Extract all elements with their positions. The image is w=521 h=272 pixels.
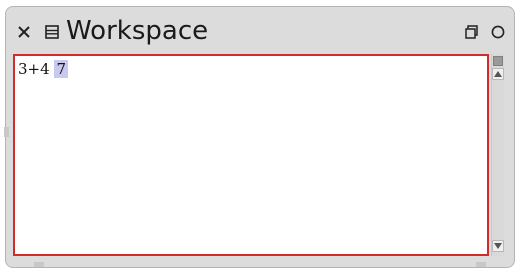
close-icon[interactable] <box>16 24 32 40</box>
expression-text: 3+4 <box>18 60 55 78</box>
resize-grip-bottom-left[interactable] <box>34 262 44 267</box>
collapse-icon[interactable] <box>464 24 480 40</box>
window-title: Workspace <box>66 16 209 46</box>
title-bar[interactable]: Workspace <box>6 7 514 57</box>
workspace-text-pane[interactable]: 3+4 7 <box>13 54 489 256</box>
resize-grip-left[interactable] <box>4 127 9 137</box>
vertical-scrollbar[interactable] <box>491 54 504 256</box>
resize-grip-bottom-right[interactable] <box>476 262 486 267</box>
expand-icon[interactable] <box>490 24 506 40</box>
arrow-up-icon <box>494 71 502 77</box>
title-left-controls <box>16 18 60 46</box>
scroll-thumb[interactable] <box>493 56 503 66</box>
arrow-down-icon <box>494 243 502 249</box>
window-menu-icon[interactable] <box>44 24 60 40</box>
title-right-controls <box>464 19 506 45</box>
workspace-text[interactable]: 3+4 7 <box>18 60 68 78</box>
result-selection[interactable]: 7 <box>54 60 68 78</box>
scroll-down-button[interactable] <box>492 240 504 252</box>
scroll-up-button[interactable] <box>492 68 504 80</box>
